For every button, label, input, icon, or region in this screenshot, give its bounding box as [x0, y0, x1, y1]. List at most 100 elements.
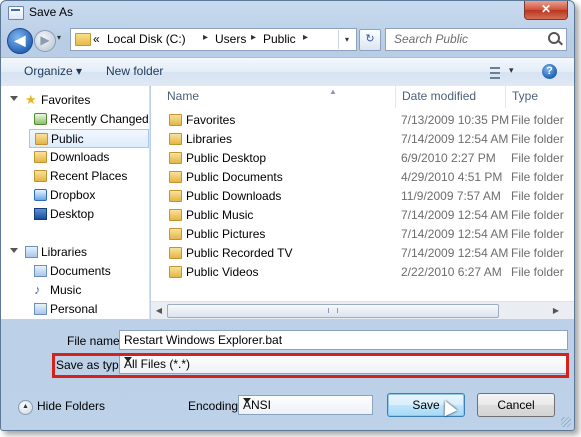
column-header-label: Type — [512, 89, 539, 103]
file-type: File folder — [511, 151, 564, 165]
folder-icon — [169, 190, 182, 202]
folder-icon — [35, 133, 48, 145]
folder-icon — [34, 151, 47, 163]
annotation-highlight — [52, 353, 569, 378]
folder-icon — [169, 171, 182, 183]
sidebar-item-label: Public — [51, 132, 84, 146]
table-row[interactable]: Public Videos 2/22/2010 6:27 AM File fol… — [165, 263, 574, 282]
breadcrumb-separator-icon[interactable]: ▸ — [303, 32, 308, 43]
column-header-label: Date modified — [402, 89, 477, 103]
window-title: Save As — [29, 5, 74, 19]
expand-icon[interactable] — [10, 248, 18, 253]
window-icon — [8, 6, 24, 20]
file-type: File folder — [511, 189, 564, 203]
breadcrumb-separator-icon[interactable]: ▸ — [203, 32, 208, 43]
address-dropdown-button[interactable]: ▾ — [338, 30, 355, 49]
forward-button[interactable]: ▶ — [34, 30, 56, 52]
recent-locations-dropdown[interactable]: ▾ — [57, 33, 67, 45]
folder-icon — [169, 114, 182, 126]
sidebar-item-public[interactable]: Public — [29, 129, 149, 148]
folder-icon — [169, 152, 182, 164]
sidebar-item-recently-changed[interactable]: Recently Changed — [1, 110, 149, 129]
table-row[interactable]: Public Documents 4/29/2010 4:51 PM File … — [165, 168, 574, 187]
desktop-icon — [34, 208, 47, 220]
scroll-left-icon[interactable]: ◀ — [153, 304, 165, 317]
file-type: File folder — [511, 170, 564, 184]
horizontal-scrollbar[interactable]: ◀ ▶ — [151, 301, 574, 319]
table-row[interactable]: Public Desktop 6/9/2010 2:27 PM File fol… — [165, 149, 574, 168]
save-as-dialog: Save As ✕ ◀ ▶ ▾ « Local Disk (C:) ▸ User… — [0, 0, 575, 431]
file-name-field[interactable]: Restart Windows Explorer.bat — [119, 330, 568, 350]
recent-places-icon — [34, 170, 47, 182]
views-icon[interactable] — [490, 67, 500, 79]
table-row[interactable]: Public Pictures 7/14/2009 12:54 AM File … — [165, 225, 574, 244]
file-name: Libraries — [186, 132, 233, 146]
table-row[interactable]: Favorites 7/13/2009 10:35 PM File folder — [165, 111, 574, 130]
table-row[interactable]: Public Recorded TV 7/14/2009 12:54 AM Fi… — [165, 244, 574, 263]
scroll-right-icon[interactable]: ▶ — [550, 304, 562, 317]
file-type: File folder — [511, 246, 564, 260]
sidebar-item-personal[interactable]: Personal — [1, 300, 149, 319]
table-row[interactable]: Public Downloads 11/9/2009 7:57 AM File … — [165, 187, 574, 206]
breadcrumb-local-disk[interactable]: Local Disk (C:) — [107, 32, 186, 46]
sidebar-item-libraries[interactable]: Libraries — [1, 243, 149, 262]
search-icon[interactable] — [548, 32, 560, 44]
dropbox-icon — [34, 189, 47, 201]
close-button[interactable]: ✕ — [524, 1, 568, 20]
grip-icon — [328, 308, 338, 313]
sidebar-item-desktop[interactable]: Desktop — [1, 205, 149, 224]
views-dropdown-icon[interactable]: ▾ — [509, 65, 514, 76]
sidebar-item-dropbox[interactable]: Dropbox — [1, 186, 149, 205]
file-type: File folder — [511, 113, 564, 127]
cancel-button[interactable]: Cancel — [477, 393, 555, 417]
file-date: 7/14/2009 12:54 AM — [401, 227, 509, 241]
sidebar-item-label: Music — [50, 283, 82, 297]
sidebar-item-favorites[interactable]: ★ Favorites — [1, 91, 149, 110]
column-header-date[interactable]: Date modified — [396, 86, 506, 108]
organize-button[interactable]: Organize ▾ — [24, 64, 82, 78]
file-date: 6/9/2010 2:27 PM — [401, 151, 496, 165]
folder-icon — [169, 266, 182, 278]
file-type: File folder — [511, 208, 564, 222]
sidebar-item-label: Dropbox — [50, 188, 96, 202]
sidebar-item-recent-places[interactable]: Recent Places — [1, 167, 149, 186]
expand-icon[interactable] — [10, 96, 18, 101]
sidebar-item-music[interactable]: ♪ Music — [1, 281, 149, 300]
refresh-button[interactable]: ↻ — [359, 29, 381, 51]
folder-icon — [169, 133, 182, 145]
back-button[interactable]: ◀ — [7, 28, 33, 54]
table-row[interactable]: Public Music 7/14/2009 12:54 AM File fol… — [165, 206, 574, 225]
file-name: Public Documents — [186, 170, 283, 184]
sidebar-item-label: Favorites — [41, 93, 91, 107]
column-header-type[interactable]: Type — [506, 86, 574, 108]
encoding-dropdown[interactable]: ANSI — [238, 395, 373, 415]
column-header-name[interactable]: ▲ Name — [161, 86, 396, 108]
hide-folders-label: Hide Folders — [37, 399, 106, 413]
sidebar-item-label: Libraries — [41, 245, 88, 259]
chevron-down-icon — [243, 398, 251, 403]
sidebar-item-downloads[interactable]: Downloads — [1, 148, 149, 167]
file-name: Public Recorded TV — [186, 246, 293, 260]
encoding-label: Encoding: — [188, 399, 242, 413]
table-row[interactable]: Libraries 7/14/2009 12:54 AM File folder — [165, 130, 574, 149]
breadcrumb-separator-icon[interactable]: ▸ — [251, 32, 256, 43]
folder-icon — [75, 33, 91, 46]
breadcrumb-public[interactable]: Public — [263, 32, 296, 46]
breadcrumb-overflow[interactable]: « — [93, 32, 100, 46]
search-placeholder: Search Public — [394, 32, 469, 46]
address-bar[interactable]: « Local Disk (C:) ▸ Users ▸ Public ▸ ▾ — [70, 28, 357, 51]
sidebar-item-label: Desktop — [50, 207, 95, 221]
breadcrumb-users[interactable]: Users — [215, 32, 246, 46]
search-input[interactable]: Search Public — [385, 28, 567, 51]
scrollbar-thumb[interactable] — [167, 304, 499, 318]
resize-grip-icon[interactable] — [561, 417, 571, 427]
file-name-label: File name: — [67, 334, 124, 348]
file-type: File folder — [511, 132, 564, 146]
sidebar-item-documents[interactable]: Documents — [1, 262, 149, 281]
help-icon[interactable]: ? — [542, 64, 557, 79]
navigation-pane: ★ Favorites Recently Changed Public Down… — [1, 86, 150, 319]
libraries-icon — [25, 246, 38, 258]
file-date: 7/13/2009 10:35 PM — [401, 113, 510, 127]
file-date: 11/9/2009 7:57 AM — [401, 189, 501, 203]
new-folder-button[interactable]: New folder — [106, 64, 163, 78]
